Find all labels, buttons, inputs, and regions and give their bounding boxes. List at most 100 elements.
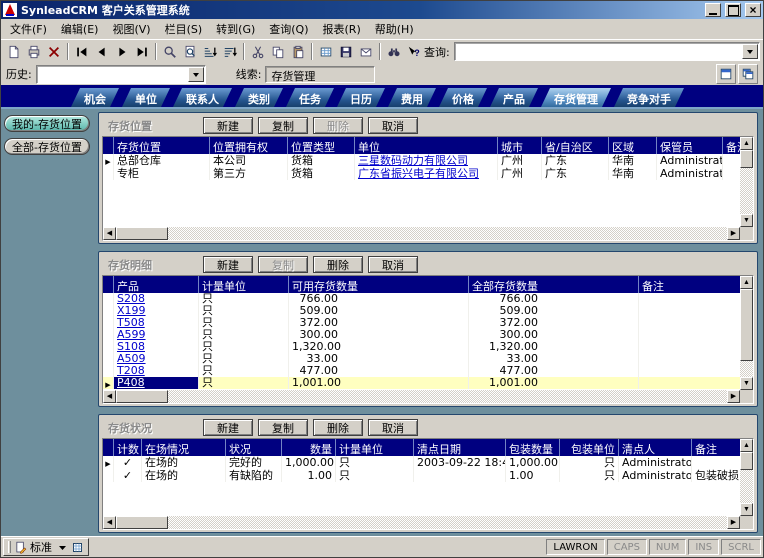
dropdown-arrow-icon[interactable]	[742, 44, 758, 59]
sort-desc-icon[interactable]	[220, 41, 240, 62]
column-header[interactable]: 单位	[355, 137, 498, 154]
goto-menu[interactable]: 转到(G)	[209, 19, 262, 39]
column-header[interactable]: 状况	[226, 439, 282, 456]
column-header[interactable]: 保管员	[657, 137, 723, 154]
cell-link[interactable]: P408	[114, 377, 199, 389]
minimize-button[interactable]	[705, 3, 721, 17]
delete-icon[interactable]	[44, 41, 64, 62]
cell-link[interactable]: 广东省振兴电子有限公司	[355, 167, 498, 180]
copy-button[interactable]: 复制	[258, 419, 308, 436]
report-menu[interactable]: 报表(R)	[316, 19, 368, 39]
tab-company[interactable]: 单位	[122, 88, 170, 107]
cancel-button[interactable]: 取消	[368, 419, 418, 436]
scrollbar-thumb[interactable]	[740, 289, 753, 361]
dropdown-arrow-icon[interactable]	[187, 66, 204, 82]
scrollbar-thumb[interactable]	[740, 452, 753, 470]
first-record-icon[interactable]	[72, 41, 92, 62]
scrollbar-thumb[interactable]	[116, 390, 168, 403]
table-row[interactable]: T508 只 372.00 372.00	[103, 317, 740, 329]
cancel-button[interactable]: 取消	[368, 117, 418, 134]
sidebar-item-all-inventory-locations[interactable]: 全部-存货位置	[4, 138, 90, 155]
help-icon[interactable]: ?	[404, 41, 424, 62]
tab-calendar[interactable]: 日历	[337, 88, 385, 107]
delete-button[interactable]: 删除	[313, 256, 363, 273]
column-header[interactable]: 备注	[723, 137, 740, 154]
mail-icon[interactable]	[356, 41, 376, 62]
cell-link[interactable]: T208	[114, 365, 199, 377]
export-icon[interactable]	[336, 41, 356, 62]
preview-icon[interactable]	[180, 41, 200, 62]
scroll-up-button[interactable]	[740, 439, 753, 452]
delete-button[interactable]: 删除	[313, 419, 363, 436]
scrollbar-track[interactable]	[740, 150, 753, 214]
grip-handle[interactable]	[8, 541, 11, 553]
cancel-button[interactable]: 取消	[368, 256, 418, 273]
cell-link[interactable]: S208	[114, 293, 199, 305]
sidebar-item-my-inventory-locations[interactable]: 我的-存货位置	[4, 115, 90, 132]
table-row[interactable]: A509 只 33.00 33.00	[103, 353, 740, 365]
copy-button[interactable]: 复制	[258, 256, 308, 273]
tab-product[interactable]: 产品	[490, 88, 538, 107]
vertical-scrollbar[interactable]	[740, 137, 753, 227]
scrollbar-track[interactable]	[740, 452, 753, 503]
new-icon[interactable]	[4, 41, 24, 62]
edit-menu[interactable]: 编辑(E)	[54, 19, 106, 39]
column-header[interactable]: 位置类型	[288, 137, 355, 154]
scrollbar-thumb[interactable]	[116, 516, 168, 529]
column-header[interactable]: 包装数量	[506, 439, 560, 456]
column-header[interactable]: 备注	[639, 276, 740, 293]
scrollbar-track[interactable]	[116, 390, 727, 403]
scroll-right-button[interactable]	[727, 227, 740, 240]
new-button[interactable]: 新建	[203, 419, 253, 436]
tab-task[interactable]: 任务	[286, 88, 334, 107]
copy-button[interactable]: 复制	[258, 117, 308, 134]
window-layout-icon[interactable]	[716, 64, 736, 84]
next-record-icon[interactable]	[112, 41, 132, 62]
scroll-right-button[interactable]	[727, 516, 740, 529]
paste-icon[interactable]	[288, 41, 308, 62]
cell-link[interactable]: A599	[114, 329, 199, 341]
copy-icon[interactable]	[268, 41, 288, 62]
close-button[interactable]	[745, 3, 761, 17]
tab-category[interactable]: 类别	[235, 88, 283, 107]
table-row[interactable]: A599 只 300.00 300.00	[103, 329, 740, 341]
scroll-down-button[interactable]	[740, 214, 753, 227]
table-row[interactable]: ✓ 在场的 有缺陷的 1.00 只 1.00 只 Administrator 包装破损	[103, 469, 740, 482]
column-header[interactable]: 位置拥有权	[210, 137, 288, 154]
file-menu[interactable]: 文件(F)	[3, 19, 54, 39]
column-header[interactable]: 清点日期	[414, 439, 506, 456]
new-button[interactable]: 新建	[203, 117, 253, 134]
column-header[interactable]: 产品	[114, 276, 199, 293]
cell-link[interactable]: 三星数码动力有限公司	[355, 154, 498, 167]
scrollbar-thumb[interactable]	[740, 150, 753, 168]
sort-asc-icon[interactable]	[200, 41, 220, 62]
scroll-left-button[interactable]	[103, 390, 116, 403]
scrollbar-track[interactable]	[116, 227, 727, 240]
table-row[interactable]: T208 只 477.00 477.00	[103, 365, 740, 377]
table-row[interactable]: ✓在场的完好的1,000.00只2003-09-22 18:471,000.00…	[103, 456, 740, 469]
cell-link[interactable]: X199	[114, 305, 199, 317]
grid-icon[interactable]	[316, 41, 336, 62]
history-combobox[interactable]	[35, 64, 206, 84]
tab-contact[interactable]: 联系人	[173, 88, 232, 107]
cell-link[interactable]: T508	[114, 317, 199, 329]
clue-field[interactable]: 存货管理	[265, 65, 376, 83]
scrollbar-thumb[interactable]	[116, 227, 168, 240]
maximize-button[interactable]	[725, 3, 741, 17]
columns-menu[interactable]: 栏目(S)	[158, 19, 210, 39]
print-icon[interactable]	[24, 41, 44, 62]
table-row[interactable]: P408只1,001.001,001.00	[103, 377, 740, 389]
column-header[interactable]: 计量单位	[336, 439, 414, 456]
column-header[interactable]: 城市	[498, 137, 542, 154]
vertical-scrollbar[interactable]	[740, 439, 753, 516]
window-cascade-icon[interactable]	[738, 64, 758, 84]
help-menu[interactable]: 帮助(H)	[368, 19, 421, 39]
column-header[interactable]: 区域	[609, 137, 657, 154]
tab-price[interactable]: 价格	[439, 88, 487, 107]
scroll-down-button[interactable]	[740, 377, 753, 390]
column-header[interactable]: 可用存货数量	[289, 276, 469, 293]
new-button[interactable]: 新建	[203, 256, 253, 273]
zoom-icon[interactable]	[160, 41, 180, 62]
column-header[interactable]: 清点人	[619, 439, 692, 456]
dropdown-arrow-icon[interactable]	[55, 540, 69, 554]
